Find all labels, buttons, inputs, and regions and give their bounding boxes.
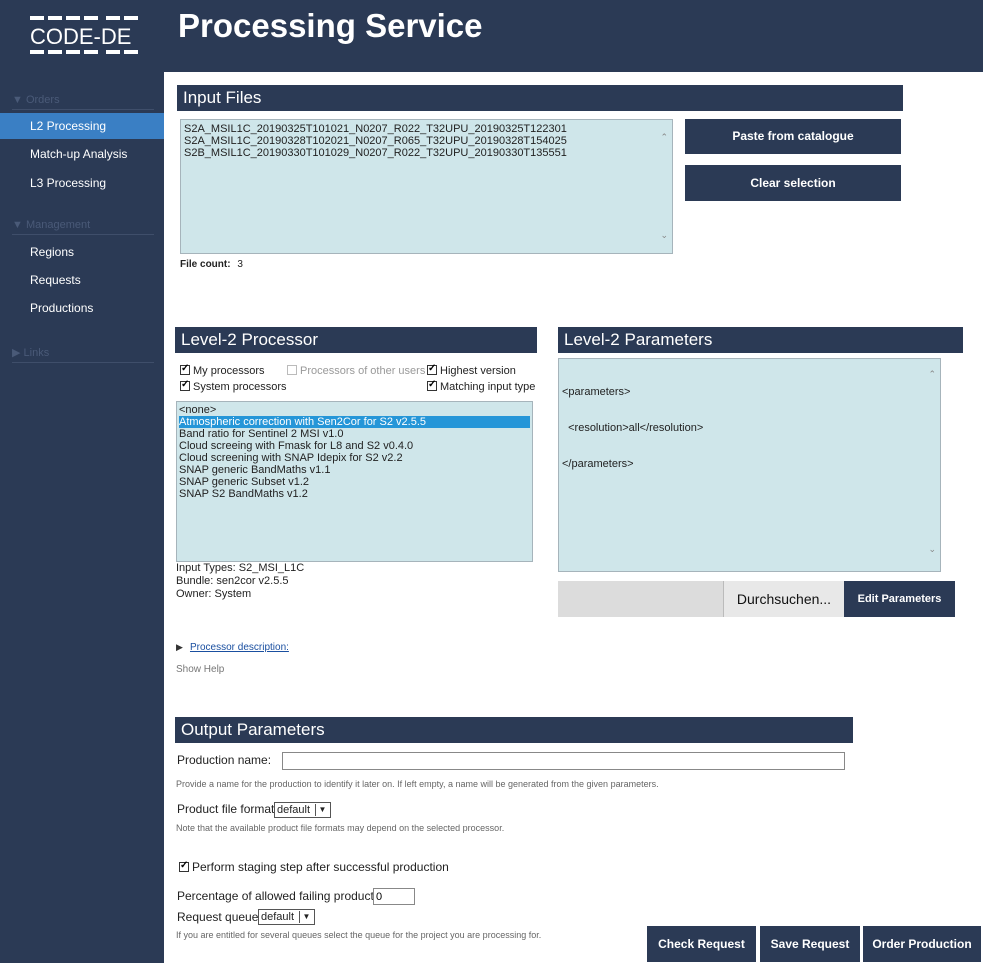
sidebar-item-l2-processing[interactable]: L2 Processing (0, 113, 164, 139)
processor-list[interactable]: <none> Atmospheric correction with Sen2C… (176, 401, 533, 562)
sidebar-item-match-up-analysis[interactable]: Match-up Analysis (0, 141, 164, 167)
processor-description-toggle[interactable]: ▶ Processor description: (176, 641, 289, 653)
sidebar-section-links[interactable]: ▶ Links (12, 346, 154, 363)
parameters-line: </parameters> (562, 458, 634, 470)
input-file-item[interactable]: S2B_MSIL1C_20190330T101029_N0207_R022_T3… (184, 147, 672, 159)
output-heading: Output Parameters (175, 717, 853, 743)
sidebar-item-l3-processing[interactable]: L3 Processing (0, 170, 164, 196)
chevron-down-icon[interactable]: ▼ (299, 911, 313, 923)
processor-item-selected[interactable]: Atmospheric correction with Sen2Cor for … (179, 416, 530, 428)
chevron-down-icon[interactable]: ▼ (315, 804, 329, 816)
checkbox-icon[interactable] (180, 379, 190, 391)
matching-input-type-checkbox[interactable]: Matching input type (427, 379, 535, 393)
processor-item[interactable]: Cloud screeing with Fmask for L8 and S2 … (179, 440, 530, 452)
processor-item[interactable]: SNAP generic BandMaths v1.1 (179, 464, 530, 476)
checkbox-icon[interactable] (427, 379, 437, 391)
production-name-input[interactable] (282, 752, 845, 770)
sidebar-section-management[interactable]: ▼ Management (12, 219, 154, 235)
request-queue-label: Request queue: (177, 910, 262, 924)
sidebar-item-productions[interactable]: Productions (0, 295, 164, 321)
sidebar: ▼ Orders L2 Processing Match-up Analysis… (0, 72, 164, 963)
checkbox-icon[interactable] (287, 365, 297, 375)
processor-heading: Level-2 Processor (175, 327, 537, 353)
browse-button[interactable]: Durchsuchen... (723, 581, 844, 617)
edit-parameters-button[interactable]: Edit Parameters (844, 581, 955, 617)
staging-checkbox[interactable]: Perform staging step after successful pr… (179, 860, 449, 874)
clear-selection-button[interactable]: Clear selection (685, 165, 901, 201)
paste-from-catalogue-button[interactable]: Paste from catalogue (685, 119, 901, 154)
file-count-value: 3 (237, 259, 243, 270)
show-help-link[interactable]: Show Help (176, 664, 224, 675)
processor-bundle: Bundle: sen2cor v2.5.5 (176, 575, 289, 587)
check-request-button[interactable]: Check Request (647, 926, 756, 962)
production-name-label: Production name: (177, 753, 272, 767)
other-users-checkbox[interactable]: Processors of other users (287, 365, 425, 377)
scroll-down-icon[interactable]: ⌄ (660, 230, 668, 241)
request-queue-select[interactable]: default ▼ (258, 909, 315, 925)
processor-item[interactable]: Cloud screening with SNAP Idepix for S2 … (179, 452, 530, 464)
input-file-item[interactable]: S2A_MSIL1C_20190328T102021_N0207_R065_T3… (184, 135, 672, 147)
triangle-right-icon[interactable]: ▶ (176, 642, 183, 652)
parameters-heading: Level-2 Parameters (558, 327, 963, 353)
logo-text: CODE-DE (30, 24, 131, 49)
sidebar-item-requests[interactable]: Requests (0, 267, 164, 293)
scroll-up-icon[interactable]: ⌃ (928, 369, 936, 380)
production-name-hint: Provide a name for the production to ide… (176, 779, 659, 789)
request-queue-hint: If you are entitled for several queues s… (176, 930, 542, 940)
processor-item[interactable]: Band ratio for Sentinel 2 MSI v1.0 (179, 428, 530, 440)
processor-owner: Owner: System (176, 588, 252, 600)
processor-input-types: Input Types: S2_MSI_L1C (176, 562, 305, 574)
scroll-up-icon[interactable]: ⌃ (660, 132, 668, 143)
file-count-label: File count: (180, 259, 231, 270)
processor-item[interactable]: SNAP generic Subset v1.2 (179, 476, 530, 488)
file-format-hint: Note that the available product file for… (176, 823, 505, 833)
parameters-line: <resolution>all</resolution> (562, 422, 704, 434)
order-production-button[interactable]: Order Production (863, 926, 981, 962)
file-format-label: Product file format: (177, 802, 278, 816)
checkbox-icon[interactable] (179, 860, 189, 872)
processor-description-link[interactable]: Processor description: (190, 642, 289, 653)
file-format-select[interactable]: default ▼ (274, 802, 331, 818)
sidebar-section-orders[interactable]: ▼ Orders (12, 94, 154, 110)
code-de-logo: CODE-DE (28, 10, 152, 62)
sidebar-item-regions[interactable]: Regions (0, 239, 164, 265)
system-processors-checkbox[interactable]: System processors (180, 379, 287, 393)
checkbox-icon[interactable] (180, 363, 190, 375)
processor-item[interactable]: <none> (179, 404, 530, 416)
input-files-list[interactable]: S2A_MSIL1C_20190325T101021_N0207_R022_T3… (180, 119, 673, 254)
scroll-down-icon[interactable]: ⌄ (928, 544, 936, 555)
input-files-heading: Input Files (177, 85, 903, 111)
input-file-item[interactable]: S2A_MSIL1C_20190325T101021_N0207_R022_T3… (184, 123, 672, 135)
processor-item[interactable]: SNAP S2 BandMaths v1.2 (179, 488, 530, 500)
page-title: Processing Service (178, 7, 483, 44)
save-request-button[interactable]: Save Request (760, 926, 860, 962)
checkbox-icon[interactable] (427, 363, 437, 375)
failing-products-label: Percentage of allowed failing products: (177, 889, 384, 903)
parameters-line: <parameters> (562, 386, 631, 398)
my-processors-checkbox[interactable]: My processors (180, 363, 265, 377)
parameters-textarea[interactable]: <parameters> <resolution>all</resolution… (558, 358, 941, 572)
failing-products-input[interactable] (373, 888, 415, 905)
highest-version-checkbox[interactable]: Highest version (427, 363, 516, 377)
file-path-field[interactable] (558, 581, 723, 617)
